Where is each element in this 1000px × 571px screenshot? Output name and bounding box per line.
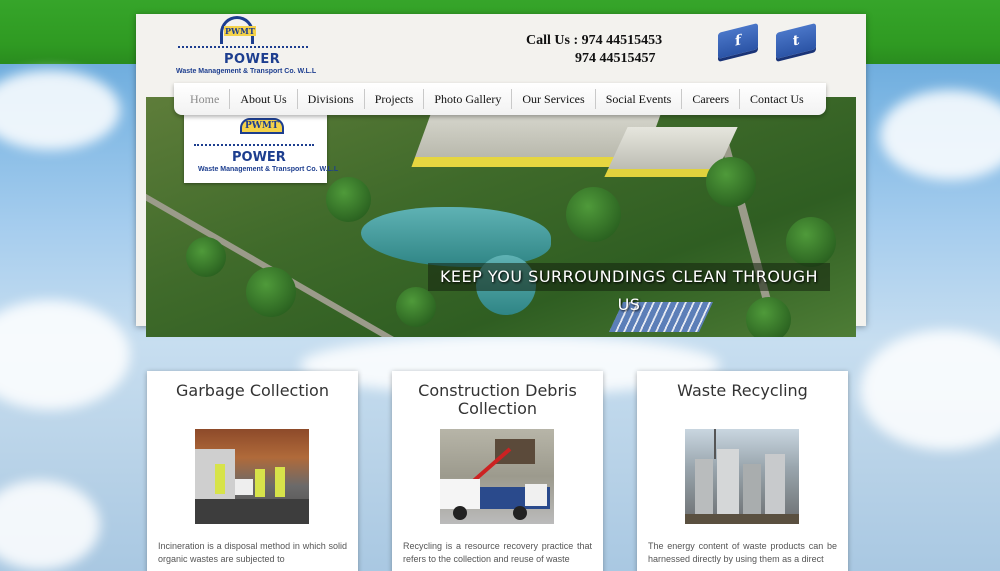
twitter-link[interactable]: t — [772, 23, 818, 62]
nav-item-divisions[interactable]: Divisions — [298, 89, 365, 109]
service-card-title: Construction Debris Collection — [418, 381, 577, 418]
contact-phone-primary: Call Us : 974 44515453 — [526, 33, 663, 48]
service-card-waste-recycling[interactable]: Waste Recycling The energy content of wa… — [637, 371, 848, 571]
garbage-truck-illustration — [195, 449, 309, 524]
recycling-plant-illustration — [685, 429, 799, 524]
service-card-image — [195, 429, 309, 524]
background-cloud — [0, 480, 100, 570]
service-card-title: Waste Recycling — [677, 381, 808, 400]
contact-phone: Call Us : 974 44515453 974 44515457 — [526, 32, 662, 68]
nav-item-contact-us[interactable]: Contact Us — [740, 89, 814, 109]
nav-item-our-services[interactable]: Our Services — [512, 89, 596, 109]
banner-tree — [786, 217, 836, 267]
nav-item-about-us[interactable]: About Us — [230, 89, 298, 109]
background-cloud — [0, 70, 120, 150]
facebook-link[interactable]: f — [714, 23, 760, 62]
contact-phone-secondary: 974 44515457 — [575, 51, 656, 66]
banner-logo-emblem: PWMT — [240, 118, 284, 134]
background-cloud — [880, 90, 1000, 180]
nav-item-photo-gallery[interactable]: Photo Gallery — [424, 89, 513, 109]
crane-truck-illustration — [440, 439, 550, 520]
nav-item-careers[interactable]: Careers — [682, 89, 740, 109]
service-card-text: Incineration is a disposal method in whi… — [158, 541, 347, 564]
twitter-icon: t — [776, 23, 816, 59]
background-cloud — [0, 300, 130, 410]
banner-tree — [326, 177, 371, 222]
service-card-image — [440, 429, 554, 524]
header-panel: PWMT POWER Waste Management & Transport … — [136, 14, 866, 337]
banner-tree — [396, 287, 436, 327]
service-card-image — [685, 429, 799, 524]
banner-logo-subtitle: Waste Management & Transport Co. W.L.L — [198, 166, 339, 173]
service-card-title: Garbage Collection — [176, 381, 329, 400]
logo-subtitle: Waste Management & Transport Co. W.L.L — [176, 68, 317, 75]
banner-tree — [566, 187, 621, 242]
facebook-icon: f — [718, 23, 758, 59]
logo-name: POWER — [224, 52, 281, 67]
banner-caption: Keep you surroundings clean through us — [428, 263, 830, 314]
banner-tree — [706, 157, 756, 207]
logo-emblem-text: PWMT — [224, 26, 256, 36]
banner-tree — [246, 267, 296, 317]
background-cloud — [860, 330, 1000, 450]
banner-lake — [361, 207, 551, 267]
service-card-garbage-collection[interactable]: Garbage Collection Incineration is a dis… — [147, 371, 358, 571]
banner-logo-arabic-line — [194, 144, 314, 146]
nav-item-social-events[interactable]: Social Events — [596, 89, 683, 109]
banner-tree — [186, 237, 226, 277]
banner-logo-card: PWMT POWER Waste Management & Transport … — [184, 114, 338, 183]
banner-logo-name: POWER — [232, 150, 286, 165]
main-nav: Home About Us Divisions Projects Photo G… — [174, 83, 826, 115]
service-card-text: Recycling is a resource recovery practic… — [403, 541, 592, 564]
nav-item-projects[interactable]: Projects — [365, 89, 425, 109]
service-card-construction-debris[interactable]: Construction Debris Collection Recycling… — [392, 371, 603, 571]
banner-tree — [746, 297, 791, 337]
service-card-text: The energy content of waste products can… — [648, 541, 837, 564]
site-logo[interactable]: PWMT POWER Waste Management & Transport … — [176, 16, 316, 80]
nav-item-home[interactable]: Home — [180, 89, 231, 109]
